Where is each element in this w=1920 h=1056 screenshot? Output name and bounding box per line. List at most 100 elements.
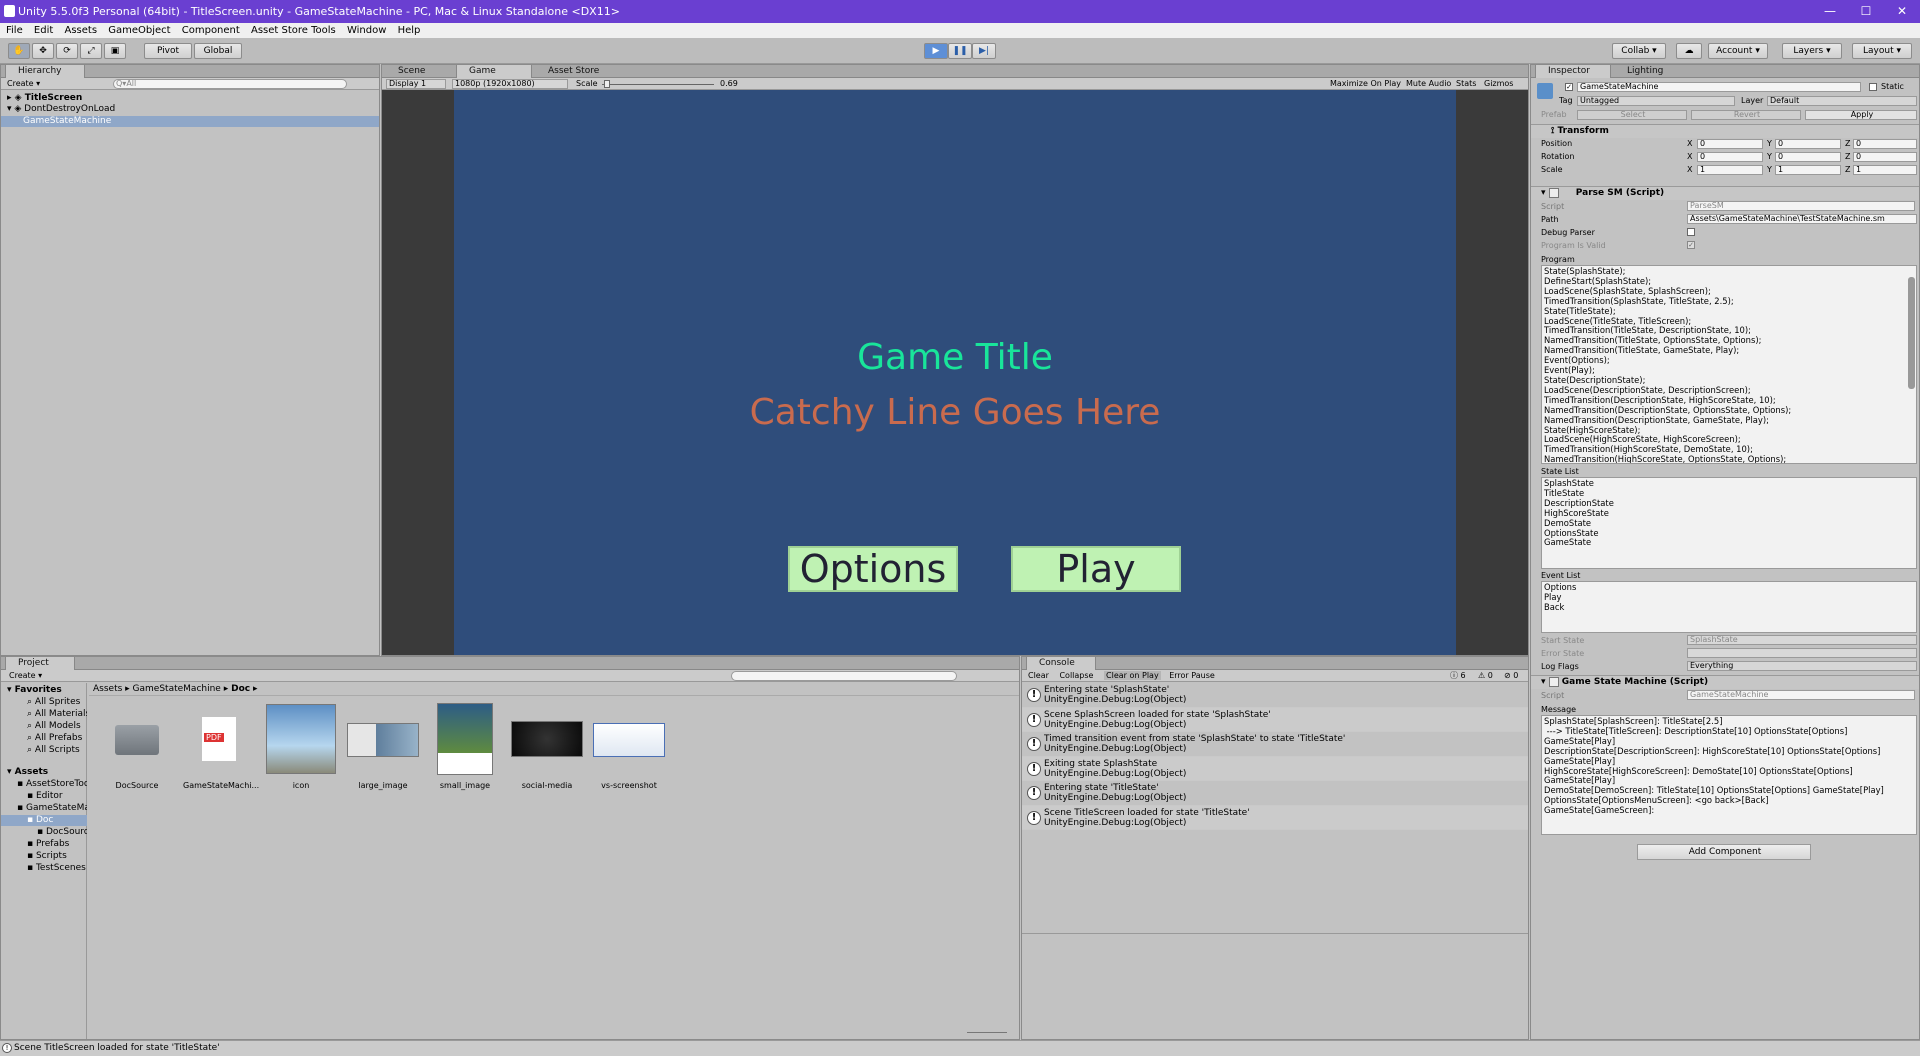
console-log-entry[interactable]: ! Timed transition event from state 'Spla… <box>1022 732 1528 757</box>
breadcrumb-assets[interactable]: Assets <box>93 684 122 694</box>
gizmos-dropdown[interactable]: Gizmos <box>1484 79 1513 89</box>
project-create-button[interactable]: Create <box>9 671 36 680</box>
transform-x-field[interactable]: 1 <box>1697 165 1763 175</box>
step-button[interactable]: ▶| <box>972 43 996 59</box>
game-play-button[interactable]: Play <box>1011 546 1181 592</box>
favorite-all-materials[interactable]: ⌕ All Materials <box>1 709 87 720</box>
asset-item[interactable]: large_image <box>347 703 419 790</box>
scale-slider-thumb[interactable] <box>604 80 610 88</box>
favorite-all-prefabs[interactable]: ⌕ All Prefabs <box>1 733 87 744</box>
menu-file[interactable]: File <box>6 25 23 36</box>
transform-header[interactable]: ⟟ Transform <box>1531 124 1919 138</box>
hand-tool-icon[interactable]: ✋ <box>8 43 30 59</box>
folder-doc[interactable]: ▪ Doc <box>1 815 87 826</box>
console-collapse-button[interactable]: Collapse <box>1059 671 1093 680</box>
pause-button[interactable]: ❚❚ <box>948 43 972 59</box>
tab-inspector[interactable]: Inspector <box>1535 65 1611 78</box>
favorite-all-sprites[interactable]: ⌕ All Sprites <box>1 697 87 708</box>
asset-item[interactable]: DocSource <box>101 703 173 790</box>
tab-scene[interactable]: Scene <box>386 65 452 78</box>
console-error-count[interactable]: ⊘ 0 <box>1504 670 1518 682</box>
console-log-entry[interactable]: ! Entering state 'TitleState' UnityEngine.… <box>1022 781 1528 806</box>
folder-prefabs[interactable]: ▪ Prefabs <box>1 839 87 850</box>
log-flags-dropdown[interactable]: Everything <box>1687 661 1917 671</box>
tab-lighting[interactable]: Lighting <box>1615 65 1685 78</box>
prefab-revert-button[interactable]: Revert <box>1691 110 1801 120</box>
asset-item[interactable]: vs-screenshot <box>593 703 665 790</box>
close-button[interactable]: ✕ <box>1884 0 1920 23</box>
console-clear-button[interactable]: Clear <box>1028 671 1049 680</box>
scale-tool-icon[interactable]: ⤢ <box>80 43 102 59</box>
console-clear-on-play-button[interactable]: Clear on Play <box>1104 671 1161 680</box>
folder-assetstoretools[interactable]: ▪ AssetStoreTools <box>1 779 87 790</box>
console-divider[interactable] <box>1022 933 1528 934</box>
assets-header[interactable]: ▾ Assets <box>1 767 87 778</box>
tab-console[interactable]: Console <box>1026 657 1096 670</box>
options-button[interactable]: Options <box>788 546 958 592</box>
rect-tool-icon[interactable]: ▣ <box>104 43 126 59</box>
layer-dropdown[interactable]: Default <box>1767 96 1917 106</box>
minimize-button[interactable]: — <box>1812 0 1848 23</box>
icon-size-slider[interactable] <box>967 1032 1007 1033</box>
console-log-entry[interactable]: ! Scene SplashScreen loaded for state 'Sp… <box>1022 707 1528 732</box>
transform-z-field[interactable]: 0 <box>1853 139 1917 149</box>
console-log-entry[interactable]: ! Exiting state SplashState UnityEngine.De… <box>1022 756 1528 781</box>
static-checkbox[interactable] <box>1869 83 1877 91</box>
add-component-button[interactable]: Add Component <box>1637 844 1811 860</box>
layout-dropdown[interactable]: Layout ▾ <box>1852 43 1912 59</box>
pivot-toggle[interactable]: Pivot <box>144 43 192 59</box>
gsm-header[interactable]: ▾ Game State Machine (Script) <box>1531 675 1919 689</box>
transform-y-field[interactable]: 0 <box>1775 152 1841 162</box>
asset-item[interactable]: small_image <box>429 703 501 790</box>
project-search-input[interactable] <box>731 671 957 681</box>
debug-parser-checkbox[interactable] <box>1687 228 1695 236</box>
favorites-header[interactable]: ▾ Favorites <box>1 685 87 696</box>
menu-edit[interactable]: Edit <box>34 25 53 36</box>
cloud-icon[interactable]: ☁ <box>1676 43 1702 59</box>
message-textarea[interactable]: SplashState[SplashScreen]: TitleState[2.… <box>1541 715 1917 835</box>
tab-asset-store[interactable]: Asset Store <box>536 65 626 78</box>
hierarchy-search-input[interactable]: Q▾All <box>113 79 347 89</box>
gsm-script-field[interactable]: GameStateMachine <box>1687 690 1915 700</box>
menu-help[interactable]: Help <box>398 25 421 36</box>
game-canvas[interactable]: Game Title Catchy Line Goes Here Options… <box>454 90 1456 655</box>
tab-game[interactable]: Game <box>456 65 532 78</box>
program-scrollbar[interactable] <box>1908 277 1915 389</box>
hierarchy-item-gamestatemachine[interactable]: GameStateMachine <box>1 116 379 127</box>
maximize-button[interactable]: ☐ <box>1848 0 1884 23</box>
event-list-textarea[interactable]: Options Play Back <box>1541 581 1917 633</box>
transform-z-field[interactable]: 1 <box>1853 165 1917 175</box>
favorite-all-scripts[interactable]: ⌕ All Scripts <box>1 745 87 756</box>
path-field[interactable]: Assets\GameStateMachine\TestStateMachine… <box>1687 214 1917 224</box>
state-list-textarea[interactable]: SplashState TitleState DescriptionState … <box>1541 477 1917 569</box>
folder-editor[interactable]: ▪ Editor <box>1 791 87 802</box>
parse-sm-header[interactable]: ▾ Parse SM (Script) <box>1531 186 1919 200</box>
transform-y-field[interactable]: 0 <box>1775 139 1841 149</box>
object-name-field[interactable]: GameStateMachine <box>1577 82 1861 92</box>
maximize-on-play-toggle[interactable]: Maximize On Play <box>1330 79 1401 89</box>
prefab-apply-button[interactable]: Apply <box>1805 110 1917 120</box>
console-log-entry[interactable]: ! Entering state 'SplashState' UnityEngine… <box>1022 683 1528 708</box>
hierarchy-create-button[interactable]: Create <box>7 79 34 88</box>
global-toggle[interactable]: Global <box>194 43 242 59</box>
scale-slider-track[interactable] <box>602 84 714 85</box>
tab-hierarchy[interactable]: Hierarchy <box>5 65 85 78</box>
tab-project[interactable]: Project <box>5 657 75 670</box>
console-warn-count[interactable]: ⚠ 0 <box>1478 670 1493 682</box>
play-button[interactable]: ▶ <box>924 43 948 59</box>
transform-x-field[interactable]: 0 <box>1697 139 1763 149</box>
folder-testscenes[interactable]: ▪ TestScenes <box>1 863 87 874</box>
prefab-select-button[interactable]: Select <box>1577 110 1687 120</box>
transform-y-field[interactable]: 1 <box>1775 165 1841 175</box>
folder-gamestatemachine[interactable]: ▪ GameStateMachine <box>1 803 87 814</box>
console-log-entry[interactable]: ! Scene TitleScreen loaded for state 'Tit… <box>1022 805 1528 830</box>
program-textarea[interactable]: State(SplashState); DefineStart(SplashSt… <box>1541 265 1917 464</box>
tag-dropdown[interactable]: Untagged <box>1577 96 1735 106</box>
menu-asset-store-tools[interactable]: Asset Store Tools <box>251 25 336 36</box>
menu-window[interactable]: Window <box>347 25 386 36</box>
favorite-all-models[interactable]: ⌕ All Models <box>1 721 87 732</box>
console-error-pause-button[interactable]: Error Pause <box>1169 671 1215 680</box>
breadcrumb-doc[interactable]: Doc <box>231 684 250 694</box>
move-tool-icon[interactable]: ✥ <box>32 43 54 59</box>
menu-gameobject[interactable]: GameObject <box>108 25 170 36</box>
